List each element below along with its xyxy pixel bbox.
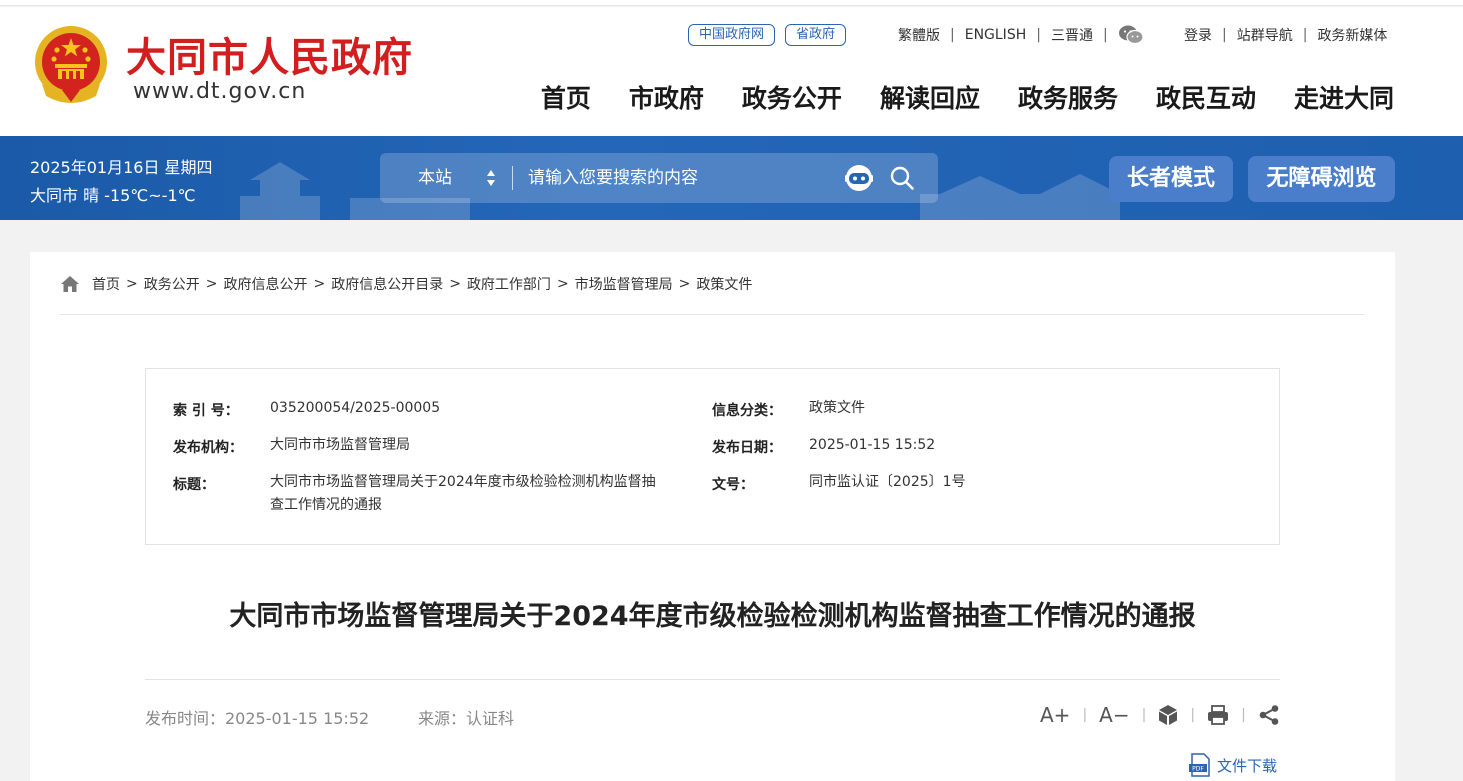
svg-text:PDF: PDF <box>1192 766 1204 773</box>
util-links: 繁體版 | ENGLISH | 三晋通 | <box>898 24 1144 46</box>
nav-interpretation[interactable]: 解读回应 <box>880 79 980 115</box>
title-value-line1: 大同市市场监督管理局关于2024年度市级检验检测机构监督抽 <box>270 474 656 490</box>
nav-services[interactable]: 政务服务 <box>1018 79 1118 115</box>
divider <box>512 166 513 190</box>
nav-interaction[interactable]: 政民互动 <box>1156 79 1256 115</box>
article-source: 来源：认证科 <box>418 709 515 728</box>
index-number-value: 035200054/2025-00005 <box>270 400 441 416</box>
accessibility-button[interactable]: 无障碍浏览 <box>1248 156 1395 202</box>
issuer-value: 大同市市场监督管理局 <box>270 437 410 453</box>
account-links: 登录 | 站群导航 | 政务新媒体 <box>1184 24 1387 46</box>
publish-date-value: 2025-01-15 15:52 <box>809 437 936 453</box>
issuer-label: 发布机构： <box>173 440 243 456</box>
document-metadata-box: 索 引 号： 035200054/2025-00005 信息分类： 政策文件 发… <box>145 368 1280 545</box>
share-icon[interactable] <box>1258 704 1280 726</box>
breadcrumb-separator: > <box>313 276 326 292</box>
national-emblem-icon <box>35 26 107 103</box>
english-link[interactable]: ENGLISH <box>965 27 1027 43</box>
breadcrumb-separator: > <box>449 276 461 292</box>
index-number-label: 索 引 号： <box>173 403 239 419</box>
site-url: www.dt.gov.cn <box>133 79 307 104</box>
category-value: 政策文件 <box>809 400 865 416</box>
nav-about-datong[interactable]: 走进大同 <box>1294 79 1394 115</box>
breadcrumb-separator: > <box>205 276 218 292</box>
site-header: 大同市人民政府 www.dt.gov.cn 中国政府网 省政府 繁體版 | EN… <box>0 7 1463 136</box>
publish-date-label: 发布日期： <box>712 440 782 456</box>
gov-links: 中国政府网 省政府 <box>688 24 847 46</box>
central-gov-link[interactable]: 中国政府网 <box>688 24 776 46</box>
breadcrumb-info-disclosure[interactable]: 政府信息公开 <box>223 274 307 294</box>
category-label: 信息分类： <box>712 403 782 419</box>
divider: | <box>1222 27 1227 43</box>
site-group-nav-link[interactable]: 站群导航 <box>1237 25 1293 45</box>
nav-home[interactable]: 首页 <box>541 79 591 115</box>
search-band: 2025年01月16日 星期四 大同市 晴 -15℃~-1℃ 本站 长者模式 无… <box>0 136 1463 220</box>
site-title[interactable]: 大同市人民政府 <box>126 25 413 83</box>
divider: | <box>950 27 955 43</box>
nav-city-government[interactable]: 市政府 <box>629 79 704 115</box>
breadcrumb-disclosure-catalog[interactable]: 政府信息公开目录 <box>331 274 443 294</box>
breadcrumb-home[interactable]: 首页 <box>92 274 120 294</box>
breadcrumb-departments[interactable]: 政府工作部门 <box>467 274 551 294</box>
home-icon[interactable] <box>60 275 80 293</box>
cube-icon[interactable] <box>1158 704 1178 726</box>
file-download-label[interactable]: 文件下载 <box>1217 755 1277 776</box>
wechat-icon[interactable] <box>1118 24 1144 46</box>
breadcrumb: 首页 > 政务公开 > 政府信息公开 > 政府信息公开目录 > 政府工作部门 >… <box>60 272 752 296</box>
main-nav: 首页 市政府 政务公开 解读回应 政务服务 政民互动 走进大同 <box>541 79 1394 115</box>
article-toolbar: A+ | A− | | | <box>1040 700 1280 730</box>
article-title: 大同市市场监督管理局关于2024年度市级检验检测机构监督抽查工作情况的通报 <box>229 601 1196 632</box>
font-smaller-button[interactable]: A− <box>1099 700 1129 730</box>
robot-assistant-icon[interactable] <box>844 163 874 193</box>
search-icon[interactable] <box>889 165 915 191</box>
print-icon[interactable] <box>1207 704 1229 726</box>
title-value-line2: 查工作情况的通报 <box>270 497 382 513</box>
breadcrumb-divider <box>60 314 1364 315</box>
breadcrumb-separator: > <box>678 276 691 292</box>
divider: | <box>1082 707 1088 723</box>
divider: | <box>1102 27 1108 43</box>
article-divider <box>145 679 1280 680</box>
traditional-chinese-link[interactable]: 繁體版 <box>898 25 940 45</box>
search-bar: 本站 <box>380 153 938 203</box>
login-link[interactable]: 登录 <box>1184 25 1212 45</box>
elder-mode-button[interactable]: 长者模式 <box>1109 156 1233 202</box>
province-gov-link[interactable]: 省政府 <box>785 24 847 46</box>
nav-government-affairs[interactable]: 政务公开 <box>742 79 842 115</box>
divider: | <box>1302 27 1308 43</box>
breadcrumb-gov-affairs[interactable]: 政务公开 <box>144 274 200 294</box>
file-download-link[interactable]: PDF 文件下载 <box>1189 752 1277 778</box>
publish-time: 发布时间：2025-01-15 15:52 <box>145 709 370 728</box>
font-larger-button[interactable]: A+ <box>1040 700 1070 730</box>
breadcrumb-separator: > <box>556 276 569 292</box>
top-strip <box>0 0 1463 6</box>
divider: | <box>1241 707 1246 723</box>
title-label: 标题： <box>173 477 215 493</box>
current-date: 2025年01月16日 星期四 <box>30 158 213 177</box>
doc-number-value: 同市监认证〔2025〕1号 <box>809 474 966 490</box>
doc-number-label: 文号： <box>712 477 754 493</box>
breadcrumb-separator: > <box>126 276 138 292</box>
breadcrumb-policy-docs[interactable]: 政策文件 <box>696 274 752 294</box>
pdf-icon: PDF <box>1189 753 1210 777</box>
divider: | <box>1036 27 1041 43</box>
sort-arrows-icon[interactable] <box>485 167 497 189</box>
search-scope-select[interactable]: 本站 <box>418 153 452 203</box>
new-media-link[interactable]: 政务新媒体 <box>1317 25 1387 45</box>
search-input[interactable] <box>528 162 828 194</box>
sanjintong-link[interactable]: 三晋通 <box>1051 25 1093 45</box>
divider: | <box>1141 707 1147 723</box>
weather: 大同市 晴 -15℃~-1℃ <box>30 186 196 205</box>
breadcrumb-market-supervision[interactable]: 市场监督管理局 <box>575 274 673 294</box>
divider: | <box>1190 707 1196 723</box>
